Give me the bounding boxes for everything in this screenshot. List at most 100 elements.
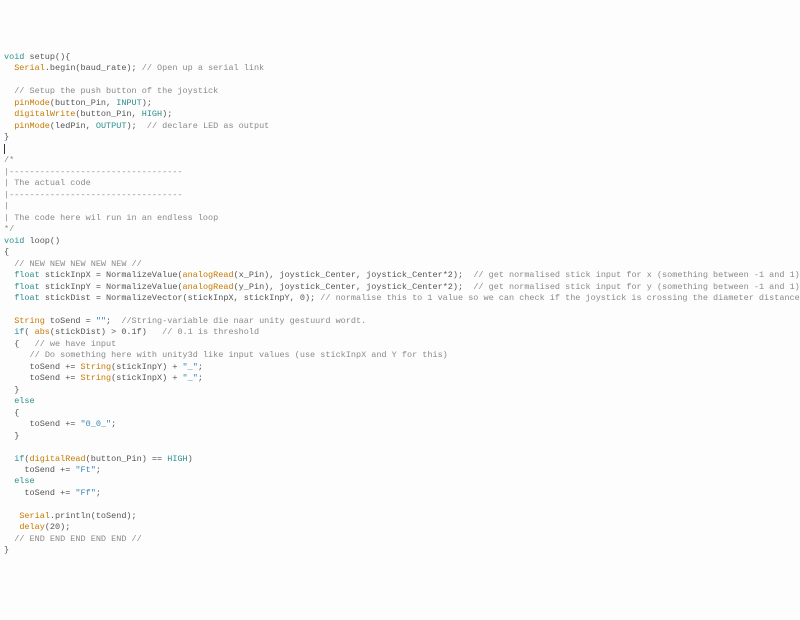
const-high: HIGH — [167, 454, 187, 464]
code-block: void setup(){ Serial.begin(baud_rate); /… — [4, 52, 800, 557]
comment: // NEW NEW NEW NEW NEW // — [14, 259, 142, 269]
const-output: OUTPUT — [96, 121, 127, 131]
code-text: (stickInpX) + — [111, 373, 182, 383]
code-text: ( — [24, 327, 34, 337]
comment: // normalise this to 1 value so we can c… — [320, 293, 800, 303]
comment: // we have input — [35, 339, 117, 349]
code-text: .begin(baud_rate); — [45, 63, 142, 73]
fn-digitalwrite: digitalWrite — [14, 109, 75, 119]
code-text: stickInpY = NormalizeValue( — [40, 282, 183, 292]
comment: //String-variable die naar unity gestuur… — [121, 316, 366, 326]
code-text: (stickDist) > 0.1f) — [50, 327, 162, 337]
indent — [4, 282, 14, 292]
code-text: toSend += — [4, 465, 75, 475]
code-text: toSend = — [45, 316, 96, 326]
code-text: ; — [96, 465, 101, 475]
fn-pinmode: pinMode — [14, 121, 50, 131]
code-text: (button_Pin) == — [86, 454, 168, 464]
string-literal: "Ff" — [75, 488, 95, 498]
string-literal: "" — [96, 316, 106, 326]
code-text: ; — [106, 316, 121, 326]
object-serial: Serial — [14, 63, 45, 73]
string-literal: "_" — [183, 362, 198, 372]
code-text: toSend += — [4, 488, 75, 498]
indent — [4, 270, 14, 280]
brace: } — [4, 385, 19, 395]
indent — [4, 350, 30, 360]
type-string: String — [14, 316, 45, 326]
code-text: (button_Pin, — [50, 98, 116, 108]
code-text: ); — [142, 98, 152, 108]
keyword-float: float — [14, 293, 40, 303]
code-text: toSend += — [4, 362, 81, 372]
indent — [4, 454, 14, 464]
fn-delay: delay — [19, 522, 45, 532]
brace: } — [4, 431, 19, 441]
indent — [4, 511, 19, 521]
code-text: toSend += — [4, 373, 81, 383]
keyword-if: if — [14, 327, 24, 337]
string-literal: "0_0_" — [81, 419, 112, 429]
code-text: ; — [96, 488, 101, 498]
code-text: (20); — [45, 522, 71, 532]
fn-analogread: analogRead — [183, 270, 234, 280]
code-text: ; — [198, 373, 203, 383]
comment-block: /* — [4, 155, 14, 165]
string-literal: "Ft" — [75, 465, 95, 475]
code-text: ; — [111, 419, 116, 429]
code-text: stickDist = NormalizeVector(stickInpX, s… — [40, 293, 321, 303]
code-text: (button_Pin, — [75, 109, 141, 119]
code-text: ) — [188, 454, 193, 464]
comment-block: | — [4, 201, 9, 211]
comment-block: */ — [4, 224, 14, 234]
type-string: String — [81, 373, 112, 383]
code-text: ); — [162, 109, 172, 119]
keyword-if: if — [14, 454, 24, 464]
indent — [4, 259, 14, 269]
comment-block: | The code here wil run in an endless lo… — [4, 213, 218, 223]
comment-block: | The actual code — [4, 178, 91, 188]
fn-abs: abs — [35, 327, 50, 337]
indent — [4, 522, 19, 532]
comment-block: |---------------------------------- — [4, 190, 183, 200]
indent — [4, 121, 14, 131]
code-text: (y_Pin), joystick_Center, joystick_Cente… — [234, 282, 474, 292]
code-text: stickInpX = NormalizeValue( — [40, 270, 183, 280]
const-input: INPUT — [116, 98, 142, 108]
code-text: (stickInpY) + — [111, 362, 182, 372]
keyword-else: else — [14, 396, 34, 406]
brace: { — [4, 247, 9, 257]
fn-pinmode: pinMode — [14, 98, 50, 108]
brace: } — [4, 545, 9, 555]
comment: // END END END END END // — [14, 534, 142, 544]
type-string: String — [81, 362, 112, 372]
indent — [4, 327, 14, 337]
code-text: .println(toSend); — [50, 511, 137, 521]
indent — [4, 534, 14, 544]
indent — [4, 293, 14, 303]
object-serial: Serial — [19, 511, 50, 521]
code-text: ); — [126, 121, 146, 131]
const-high: HIGH — [142, 109, 162, 119]
indent — [4, 476, 14, 486]
indent — [4, 98, 14, 108]
indent — [4, 86, 14, 96]
fn-digitalread: digitalRead — [30, 454, 86, 464]
code-text: { — [4, 339, 35, 349]
keyword-float: float — [14, 270, 40, 280]
code-text: loop() — [24, 236, 60, 246]
comment: // declare LED as output — [147, 121, 269, 131]
comment: // get normalised stick input for y (som… — [473, 282, 799, 292]
code-text: setup(){ — [24, 52, 70, 62]
brace: { — [4, 408, 19, 418]
code-text: ; — [198, 362, 203, 372]
comment: // Open up a serial link — [142, 63, 264, 73]
code-text: (x_Pin), joystick_Center, joystick_Cente… — [234, 270, 474, 280]
comment: // get normalised stick input for x (som… — [473, 270, 799, 280]
code-text: (ledPin, — [50, 121, 96, 131]
text-cursor — [4, 144, 5, 154]
indent — [4, 396, 14, 406]
brace: } — [4, 132, 9, 142]
keyword-void: void — [4, 52, 24, 62]
indent — [4, 316, 14, 326]
